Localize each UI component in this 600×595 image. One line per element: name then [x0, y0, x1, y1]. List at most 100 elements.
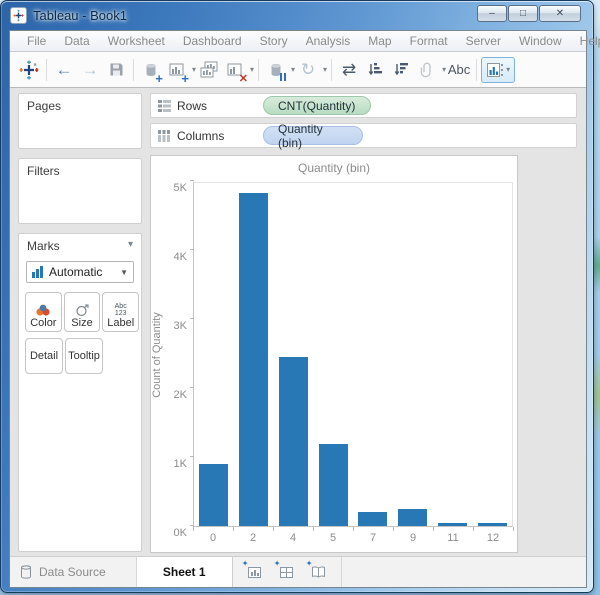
- y-tick-mark: [190, 180, 194, 181]
- menu-help[interactable]: Help: [571, 34, 600, 48]
- marks-caret-icon[interactable]: ▾: [128, 239, 133, 253]
- new-story-icon: [312, 566, 326, 578]
- workspace: Pages Filters Marks ▾ Automatic ▼ Color …: [10, 88, 586, 556]
- clear-sheet-caret[interactable]: ▾: [250, 65, 254, 74]
- plot-area: 0K 1K 2K 3K 4K 5K: [174, 180, 513, 539]
- label-button[interactable]: Abc 123 Label: [102, 292, 140, 332]
- titlebar[interactable]: Tableau - Book1 – □ ✕: [1, 1, 593, 30]
- rows-icon: [158, 99, 171, 112]
- sort-ascending-icon: [368, 63, 382, 76]
- close-button[interactable]: ✕: [539, 5, 581, 22]
- bar-4[interactable]: [278, 357, 308, 526]
- columns-shelf[interactable]: Columns Quantity (bin): [150, 122, 577, 150]
- menu-story[interactable]: Story: [251, 34, 297, 48]
- new-story-button[interactable]: ✦: [306, 559, 332, 583]
- bar-5[interactable]: [318, 444, 348, 526]
- sort-ascending-button[interactable]: [362, 57, 388, 83]
- size-icon: [75, 304, 89, 317]
- rows-label: Rows: [177, 98, 208, 113]
- save-button[interactable]: [103, 57, 129, 83]
- clear-x-badge: ✕: [238, 72, 249, 85]
- chart-title: Quantity (bin): [297, 161, 371, 175]
- bar-chart-icon: [32, 266, 44, 278]
- menu-format[interactable]: Format: [401, 34, 457, 48]
- toolbar-separator: [476, 58, 478, 81]
- plus-badge: +: [181, 70, 189, 86]
- filters-label: Filters: [27, 164, 60, 178]
- desktop: Tableau - Book1 – □ ✕ File Data Worksheet D…: [0, 0, 600, 595]
- menu-file[interactable]: File: [18, 34, 55, 48]
- duplicate-icon: [200, 61, 218, 77]
- new-badge: ✦: [241, 559, 249, 568]
- menu-data[interactable]: Data: [55, 34, 98, 48]
- menu-map[interactable]: Map: [359, 34, 400, 48]
- bar-9[interactable]: [398, 509, 428, 526]
- clear-sheet-button[interactable]: ✕: [222, 57, 249, 85]
- new-worksheet-button[interactable]: +: [164, 57, 190, 86]
- filters-shelf[interactable]: Filters: [18, 158, 142, 224]
- menu-dashboard[interactable]: Dashboard: [174, 34, 251, 48]
- data-source-icon: [21, 565, 31, 579]
- new-dashboard-button[interactable]: ✦: [273, 559, 300, 583]
- pause-updates-button[interactable]: [263, 57, 289, 83]
- maximize-button[interactable]: □: [508, 5, 538, 22]
- x-tick-label: 5: [329, 532, 337, 544]
- columns-icon: [158, 129, 170, 142]
- minimize-button[interactable]: –: [477, 5, 507, 22]
- color-button[interactable]: Color: [25, 292, 62, 332]
- columns-label: Columns: [177, 128, 225, 143]
- bars: [194, 183, 512, 526]
- redo-button[interactable]: →: [77, 57, 103, 83]
- x-tick-label: 0: [209, 532, 217, 544]
- marks-card: Marks ▾ Automatic ▼ Color Size Abc 123 L…: [18, 233, 142, 552]
- y-tick-label: 1K: [173, 458, 187, 470]
- show-me-button[interactable]: ▾: [481, 56, 516, 83]
- bar-11[interactable]: [437, 523, 467, 526]
- menu-worksheet[interactable]: Worksheet: [99, 34, 174, 48]
- size-button[interactable]: Size: [63, 292, 101, 332]
- sheet1-tab[interactable]: Sheet 1: [136, 557, 233, 587]
- swap-axes-button[interactable]: ⇄: [336, 57, 362, 83]
- add-data-button[interactable]: +: [138, 57, 164, 85]
- dropdown-caret-icon: ▼: [120, 267, 128, 277]
- mark-type-dropdown[interactable]: Automatic ▼: [26, 261, 134, 283]
- show-labels-button[interactable]: Abc: [446, 57, 472, 83]
- menu-server[interactable]: Server: [457, 34, 510, 48]
- detail-button[interactable]: Detail: [25, 338, 63, 374]
- menu-window[interactable]: Window: [510, 34, 571, 48]
- menu-analysis[interactable]: Analysis: [297, 34, 360, 48]
- data-source-label: Data Source: [39, 565, 106, 579]
- columns-pill[interactable]: Quantity (bin): [263, 122, 363, 150]
- pages-shelf[interactable]: Pages: [18, 93, 142, 149]
- sort-descending-button[interactable]: [388, 57, 414, 83]
- x-tick-label: 11: [447, 532, 459, 544]
- abc123-icon: Abc 123: [114, 303, 127, 317]
- data-source-tab[interactable]: Data Source: [10, 557, 137, 587]
- show-me-caret: ▾: [506, 65, 511, 74]
- bar-0[interactable]: [199, 464, 229, 526]
- rows-shelf[interactable]: Rows CNT(Quantity): [150, 93, 577, 118]
- paperclip-icon: [420, 62, 431, 77]
- duplicate-sheet-button[interactable]: [196, 57, 222, 83]
- tooltip-button[interactable]: Tooltip: [65, 338, 103, 374]
- undo-button[interactable]: ←: [51, 57, 77, 83]
- sort-descending-icon: [394, 63, 408, 76]
- menu-bar: File Data Worksheet Dashboard Story Analysis M…: [10, 31, 600, 52]
- bar-2[interactable]: [239, 193, 269, 526]
- pause-badge: [278, 72, 287, 81]
- refresh-button[interactable]: ↻: [295, 57, 321, 83]
- tableau-logo-button[interactable]: [16, 57, 42, 83]
- x-axis-labels: 0 2 4 5 7 9 11 12: [193, 532, 513, 544]
- new-worksheet-tab-button[interactable]: ✦: [241, 559, 268, 583]
- y-tick-label: 5K: [173, 182, 187, 194]
- highlight-button[interactable]: [414, 57, 440, 83]
- refresh-caret[interactable]: ▾: [323, 65, 327, 74]
- tableau-app-icon: [10, 7, 27, 24]
- bar-7[interactable]: [358, 512, 388, 526]
- toolbar-separator: [133, 58, 134, 81]
- bar-12[interactable]: [477, 523, 507, 526]
- x-tick-label: 2: [249, 532, 257, 544]
- new-badge: ✦: [273, 559, 281, 568]
- x-tick-label: 9: [409, 532, 417, 544]
- rows-pill[interactable]: CNT(Quantity): [263, 96, 371, 115]
